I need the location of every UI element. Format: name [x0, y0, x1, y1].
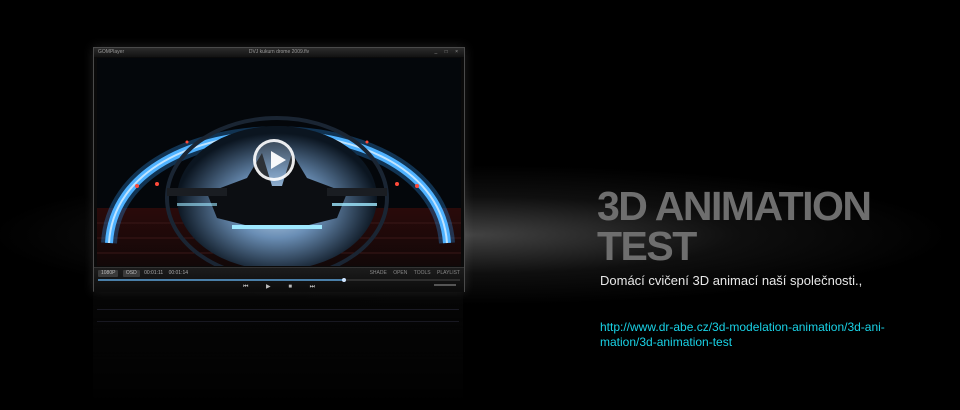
player-control-bar: 1080P OSD 00:01:11 00:01:14 SHADE OPEN T… — [94, 267, 464, 292]
seek-bar[interactable] — [98, 278, 460, 282]
menu-shade[interactable]: SHADE — [370, 270, 387, 276]
player-titlebar: GOMPlayer DVJ kukurn drome 2009.flv _ □ … — [94, 48, 464, 57]
player-reflection — [93, 291, 463, 410]
video-player-window: GOMPlayer DVJ kukurn drome 2009.flv _ □ … — [93, 47, 465, 292]
reflection-surface — [93, 291, 463, 410]
reflection-line — [97, 309, 459, 310]
time-current: 00:01:11 — [144, 270, 164, 276]
menu-playlist[interactable]: PLAYLIST — [437, 270, 460, 276]
next-icon[interactable]: ⏭ — [310, 284, 315, 290]
player-menu: SHADE OPEN TOOLS PLAYLIST — [365, 270, 460, 277]
time-total: 00:01:14 — [168, 270, 189, 276]
osd-chip[interactable]: OSD — [122, 270, 140, 277]
menu-tools[interactable]: TOOLS — [414, 270, 431, 276]
play-icon[interactable]: ▶ — [266, 284, 271, 290]
menu-open[interactable]: OPEN — [393, 270, 407, 276]
headline: 3D ANIMATION TEST — [597, 183, 872, 269]
window-control-buttons[interactable]: _ □ × — [435, 48, 462, 57]
reflection-line — [97, 321, 459, 322]
previous-icon[interactable]: ⏮ — [243, 284, 248, 290]
transport-controls: ⏮ ▶ ■ ⏭ — [94, 283, 464, 291]
description-text: Domácí cvičení 3D animací naší společnos… — [600, 273, 863, 288]
banner-background: GOMPlayer DVJ kukurn drome 2009.flv _ □ … — [0, 0, 960, 410]
play-overlay-button[interactable] — [253, 139, 295, 181]
seek-bar-fill — [98, 279, 345, 281]
stop-icon[interactable]: ■ — [288, 284, 292, 290]
article-link[interactable]: http://www.dr-abe.cz/3d-modelation-anima… — [600, 320, 915, 350]
video-file-title: DVJ kukurn drome 2009.flv — [248, 49, 310, 55]
quality-chip[interactable]: 1080P — [98, 270, 119, 277]
video-frame[interactable] — [97, 58, 461, 266]
volume-slider[interactable] — [434, 284, 456, 286]
seek-handle[interactable] — [342, 278, 347, 282]
